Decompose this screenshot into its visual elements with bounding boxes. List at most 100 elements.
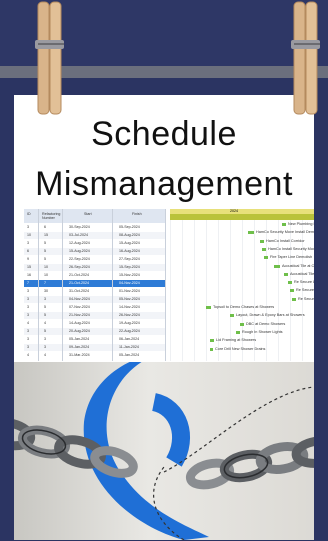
table-row[interactable]: 3 3 05-Jan-2024 06-Jan-2024: [24, 336, 166, 343]
table-row[interactable]: 6 5 15-Aug-2024 16-Aug-2024: [24, 248, 166, 255]
table-cell: 15: [44, 233, 48, 237]
table-row[interactable]: 3 3 09-Jan-2024 11-Jan-2024: [24, 344, 166, 351]
gantt-task-label: New Plumbing Fixtures: [288, 222, 314, 226]
table-cell: 07-Nov-2024: [69, 305, 90, 309]
header-finish: Finish: [132, 212, 142, 216]
table-cell: 3: [27, 345, 29, 349]
table-cell: 05-Jan-2024: [119, 353, 140, 357]
table-cell: 4: [27, 353, 29, 357]
table-cell: 7: [44, 281, 46, 285]
table-cell: 14-Nov-2024: [119, 305, 140, 309]
schedule-spreadsheet: ID Refactoring Number Start Finish 3 6 30-…: [24, 209, 314, 361]
table-row[interactable]: 3 3 04-Nov-2024 05-Nov-2024: [24, 296, 166, 303]
gantt-bar: [210, 339, 214, 343]
gantt-chart: 2024 New Plumbing Fixtures HamCo Security…: [170, 209, 314, 361]
table-cell: 14-Aug-2024: [69, 321, 90, 325]
gantt-task-label: Re Secure Light: [298, 296, 314, 301]
gantt-task-label: Layout, Drawn & Epoxy Bars at Showers: [236, 313, 305, 318]
table-cell: 27-Sep-2024: [119, 257, 140, 261]
table-cell: 09-Jan-2024: [69, 345, 90, 349]
table-row[interactable]: 7 7 21-Oct-2024 04-Nov-2024: [24, 280, 166, 287]
blue-swoosh-inner: [151, 393, 191, 467]
clothespin-right-icon: [291, 1, 320, 115]
table-cell: 3: [27, 337, 29, 341]
table-row[interactable]: 10 15 03-Jul-2024 08-Aug-2024: [24, 232, 166, 239]
broken-chain-photo: [14, 362, 314, 540]
gantt-bar: [292, 297, 296, 301]
table-cell: 4: [44, 353, 46, 357]
table-cell: 26-Nov-2024: [119, 313, 140, 317]
table-cell: 6: [27, 249, 29, 253]
table-cell: 31-Mar-2024: [69, 353, 90, 357]
gantt-bar: [264, 256, 268, 260]
gantt-gridline: [206, 220, 207, 361]
gantt-bar: [284, 272, 288, 276]
title-line-1: Schedule: [91, 115, 237, 153]
grid-divider: [62, 209, 63, 361]
table-cell: 20-Aug-2024: [69, 329, 90, 333]
broken-chain-icon: [14, 362, 314, 540]
table-cell: 4: [27, 321, 29, 325]
header-ref: Refactoring Number: [42, 212, 61, 220]
gantt-task-label: Re Secure Lighting: [294, 280, 314, 285]
gantt-task-label: HamCo Install Corridor: [266, 238, 305, 243]
table-cell: 3: [44, 297, 46, 301]
table-row[interactable]: 15 10 26-Sep-2024 15-Sep-2024: [24, 264, 166, 271]
grid-divider: [165, 209, 166, 361]
table-row[interactable]: 3 5 20-Aug-2024 22-Aug-2024: [24, 328, 166, 335]
table-row[interactable]: 16 10 21-Oct-2024 15-Nov-2024: [24, 272, 166, 279]
gantt-gridline: [170, 220, 171, 361]
table-row[interactable]: 3 6 30-Sep-2024 05-Sep-2024: [24, 224, 166, 231]
chain-right: [185, 436, 314, 490]
gantt-bar: [206, 306, 211, 309]
title-line-2: Mismanagement: [35, 165, 293, 203]
table-cell: 01-Nov-2024: [119, 289, 140, 293]
table-cell: 12-Aug-2024: [69, 241, 90, 245]
table-cell: 22-Sep-2024: [69, 257, 90, 261]
table-cell: 15-Aug-2024: [69, 249, 90, 253]
header-start: Start: [84, 212, 92, 216]
table-cell: 5: [44, 241, 46, 245]
gantt-task-label: Topsoil to Demo Chases at Showers: [213, 305, 275, 309]
table-cell: 10: [44, 265, 48, 269]
table-row[interactable]: 3 5 07-Nov-2024 14-Nov-2024: [24, 304, 166, 311]
table-cell: 04-Nov-2024: [119, 281, 140, 285]
table-row[interactable]: 4 4 31-Mar-2024 05-Jan-2024: [24, 352, 166, 359]
gantt-task-label: HamCo Security Move Install Demonstratio…: [256, 230, 314, 235]
table-cell: 22-Aug-2024: [119, 329, 140, 333]
gantt-task-label: Fire Taper Line Demolish: [270, 255, 313, 260]
table-cell: 15-Sep-2024: [119, 265, 140, 269]
table-cell: 5: [44, 313, 46, 317]
gantt-bar: [290, 289, 294, 293]
table-row[interactable]: 3 5 12-Aug-2024 15-Aug-2024: [24, 240, 166, 247]
chain-left: [14, 417, 138, 478]
gantt-bar: [240, 322, 244, 326]
table-cell: 4: [44, 321, 46, 325]
table-row[interactable]: 3 5 21-Nov-2024 26-Nov-2024: [24, 312, 166, 319]
gantt-task-label: Lid Framing at Showers: [216, 338, 257, 343]
table-cell: 03-Jul-2024: [69, 233, 88, 237]
table-cell: 21-Oct-2024: [69, 281, 89, 285]
table-cell: 3: [27, 305, 29, 309]
table-cell: 3: [27, 313, 29, 317]
gantt-task-label: Re Secure Light: [296, 288, 314, 293]
table-cell: 31-Oct-2024: [69, 289, 89, 293]
table-cell: 21-Oct-2024: [69, 273, 89, 277]
gantt-task-label: DBC at Demo Showers: [246, 321, 286, 326]
table-row[interactable]: 3 30 31-Oct-2024 01-Nov-2024: [24, 288, 166, 295]
table-cell: 16: [27, 273, 31, 277]
gantt-task-label: Core Drill New Shower Drains: [215, 346, 266, 351]
table-cell: 05-Sep-2024: [119, 225, 140, 229]
table-cell: 3: [27, 289, 29, 293]
gantt-bar: [288, 281, 292, 285]
gantt-bar: [248, 231, 254, 235]
gantt-task-label: Rough In Shower Lights: [242, 329, 283, 334]
gantt-bar: [236, 330, 240, 334]
table-row[interactable]: 9 5 22-Sep-2024 27-Sep-2024: [24, 256, 166, 263]
table-cell: 15-Nov-2024: [119, 273, 140, 277]
table-row[interactable]: 4 4 14-Aug-2024 19-Aug-2024: [24, 320, 166, 327]
table-cell: 26-Sep-2024: [69, 265, 90, 269]
table-cell: 15: [27, 265, 31, 269]
gantt-bar: [282, 223, 286, 226]
gantt-task-label: Acoustical Tile at Ceilings: [282, 263, 314, 268]
